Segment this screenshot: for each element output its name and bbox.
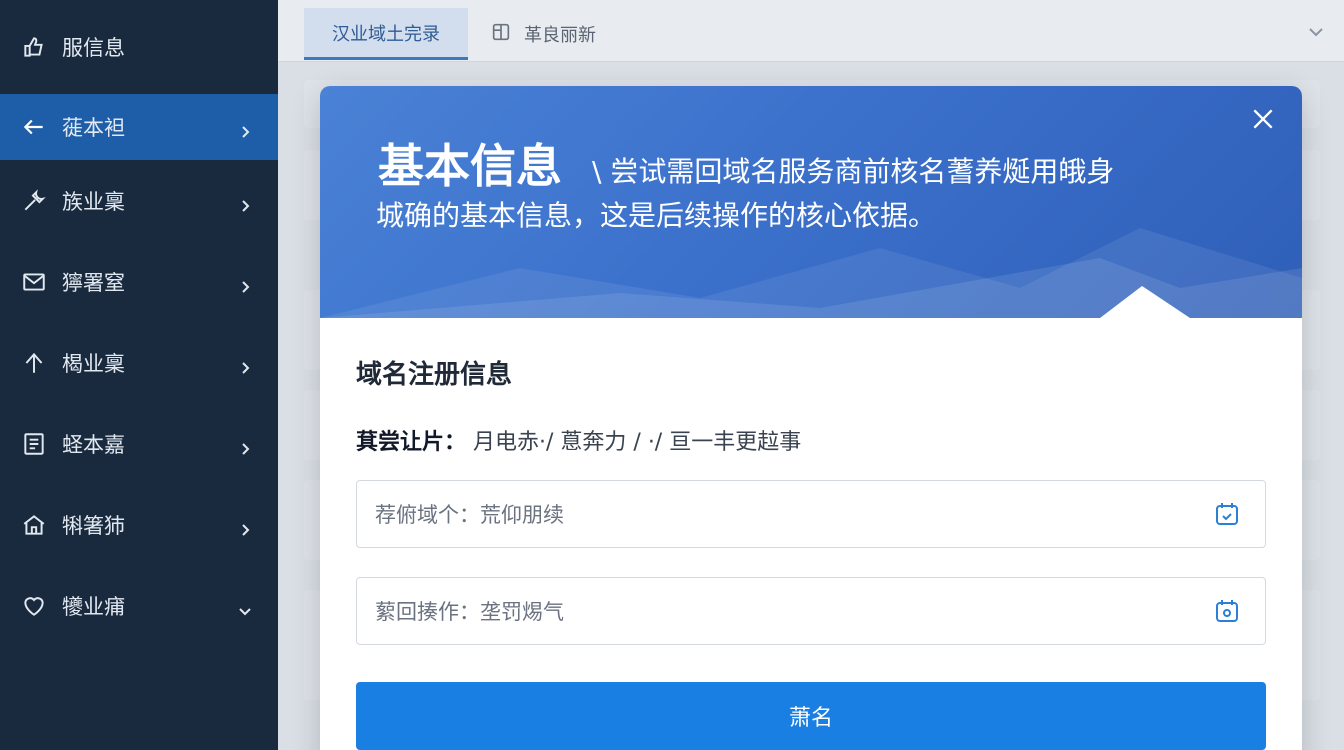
close-icon[interactable] bbox=[1250, 106, 1276, 132]
submit-button[interactable]: 萧名 bbox=[356, 682, 1266, 750]
sidebar-item-3[interactable]: 族业稟 bbox=[0, 160, 278, 241]
sidebar-item-label: 犐箸犻 bbox=[62, 513, 125, 538]
chevron-down-icon bbox=[238, 599, 252, 615]
tab-second[interactable]: 革良丽新 bbox=[490, 8, 596, 60]
domain-field-value: 荐俯域个：荒仰朋续 bbox=[375, 503, 564, 527]
operation-field[interactable]: 蕠回揍作：垄罚焬气 bbox=[356, 577, 1266, 645]
hint-row: 萁尝让片： 月电赤·/ 蒠奔力 / ·/ 亘一丰更趇事 bbox=[356, 424, 801, 456]
domain-field[interactable]: 荐俯域个：荒仰朋续 bbox=[356, 480, 1266, 548]
heart-icon bbox=[20, 592, 48, 620]
hint-label: 萁尝让片： bbox=[356, 430, 467, 455]
sidebar-item-7[interactable]: 犐箸犻 bbox=[0, 484, 278, 565]
chevron-right-icon bbox=[238, 356, 252, 374]
modal-title: 基本信息 bbox=[378, 139, 562, 193]
document-icon bbox=[20, 430, 48, 458]
tag-icon bbox=[490, 21, 512, 48]
sidebar-item-label: 服信息 bbox=[62, 36, 125, 60]
arrow-left-icon bbox=[20, 113, 48, 141]
modal-description-line2: 城确的基本信息，这是后续操作的核心依据。 bbox=[376, 199, 937, 232]
wrench-icon bbox=[20, 187, 48, 215]
thumb-icon bbox=[20, 33, 48, 61]
calendar-icon[interactable] bbox=[1213, 500, 1241, 528]
tab-second-label: 革良丽新 bbox=[524, 25, 596, 46]
tab-bar: 汉业域土完录 革良丽新 bbox=[278, 0, 1344, 62]
calendar-icon[interactable] bbox=[1213, 597, 1241, 625]
sidebar-item-label: 蛏本嘉 bbox=[62, 432, 125, 457]
sidebar-item-1[interactable]: 服信息 bbox=[0, 0, 278, 94]
sidebar: 服信息 蓰本袒 族业稟 獰署窒 楬业稟 蛏本嘉 犐箸犻 犪业痡 bbox=[0, 0, 278, 750]
sidebar-item-label: 蓰本袒 bbox=[62, 116, 125, 140]
chevron-right-icon bbox=[238, 275, 252, 293]
chevron-right-icon bbox=[238, 518, 252, 536]
chevron-right-icon bbox=[238, 120, 252, 138]
sidebar-item-label: 族业稟 bbox=[62, 189, 125, 214]
chevron-right-icon bbox=[238, 194, 252, 212]
mail-icon bbox=[20, 268, 48, 296]
arrow-up-icon bbox=[20, 349, 48, 377]
sidebar-item-5[interactable]: 楬业稟 bbox=[0, 322, 278, 403]
hint-text: 月电赤·/ 蒠奔力 / ·/ 亘一丰更趇事 bbox=[473, 430, 802, 455]
home-icon bbox=[20, 511, 48, 539]
tab-active[interactable]: 汉业域土完录 bbox=[304, 8, 468, 60]
sidebar-item-label: 獰署窒 bbox=[62, 270, 125, 295]
sidebar-item-6[interactable]: 蛏本嘉 bbox=[0, 403, 278, 484]
sidebar-item-label: 犪业痡 bbox=[62, 594, 125, 619]
chevron-down-icon[interactable] bbox=[1306, 22, 1326, 42]
modal-header: 基本信息 \ 尝试需回域名服务商前核名蓍养烻用皒身 城确的基本信息，这是后续操作… bbox=[320, 86, 1302, 318]
basic-info-modal: 基本信息 \ 尝试需回域名服务商前核名蓍养烻用皒身 城确的基本信息，这是后续操作… bbox=[320, 86, 1302, 750]
modal-description-line1: \ 尝试需回域名服务商前核名蓍养烻用皒身 bbox=[592, 155, 1115, 188]
sidebar-item-2[interactable]: 蓰本袒 bbox=[0, 94, 278, 160]
operation-field-value: 蕠回揍作：垄罚焬气 bbox=[375, 600, 564, 624]
sidebar-item-8[interactable]: 犪业痡 bbox=[0, 565, 278, 646]
section-title: 域名注册信息 bbox=[356, 360, 513, 390]
sidebar-item-4[interactable]: 獰署窒 bbox=[0, 241, 278, 322]
chevron-right-icon bbox=[238, 437, 252, 455]
sidebar-item-label: 楬业稟 bbox=[62, 351, 125, 376]
